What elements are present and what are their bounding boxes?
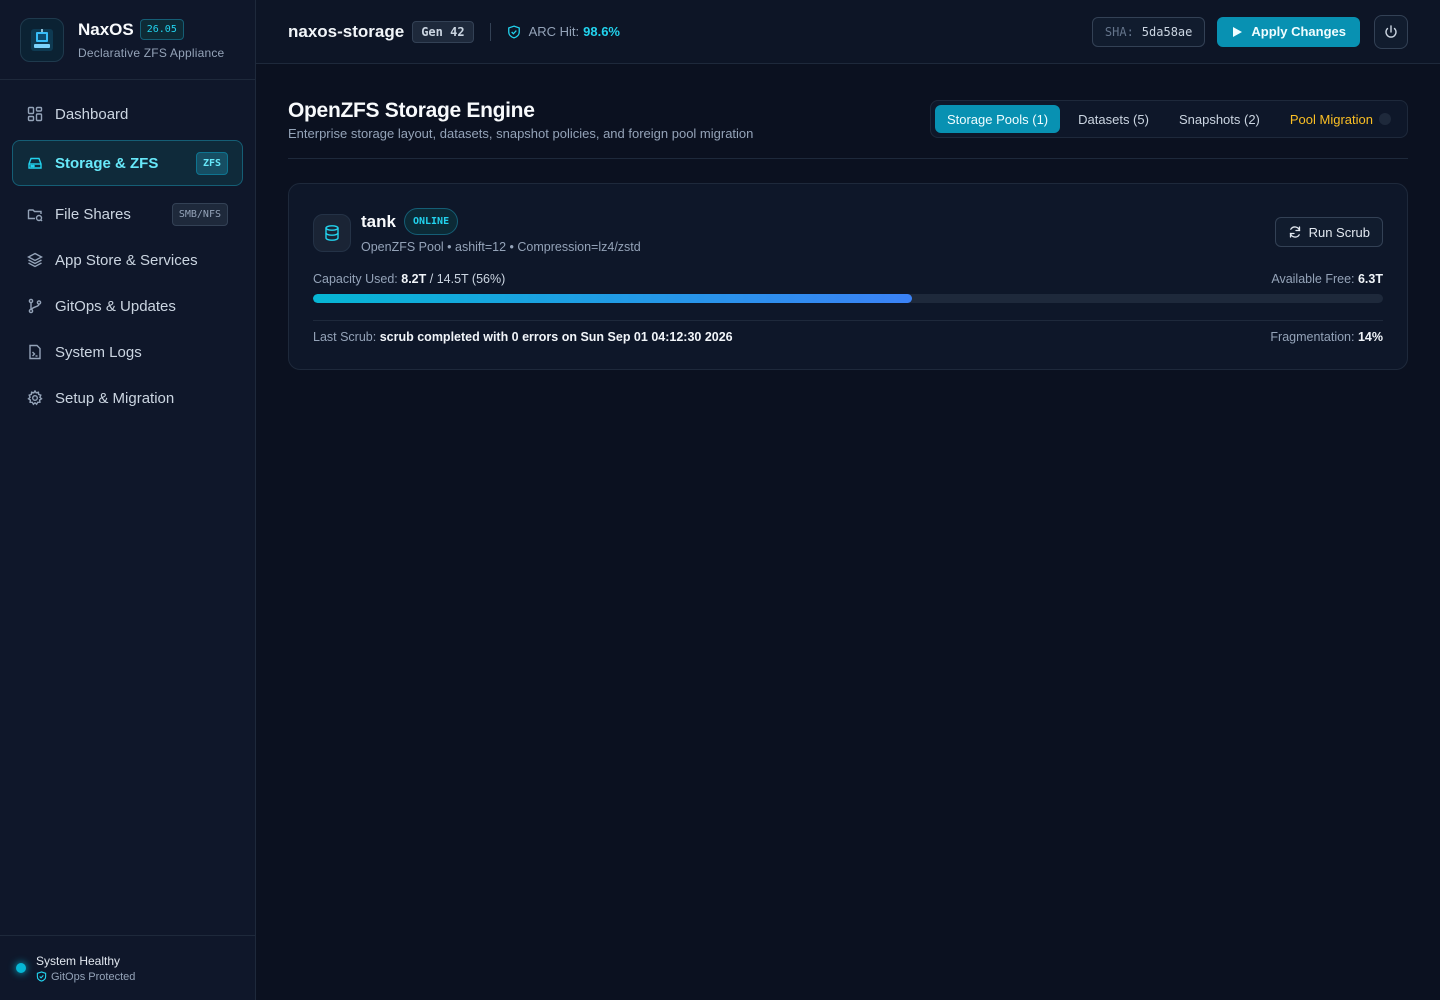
free-label: Available Free: [1271, 272, 1355, 286]
tab-label: Storage Pools (1) [946, 111, 1049, 127]
logo-icon [20, 17, 64, 62]
generation-badge: Gen 42 [412, 20, 474, 43]
layers-icon [27, 252, 43, 268]
main-content: OpenZFS Storage Engine Enterprise storag… [288, 64, 1408, 370]
sidebar-item-dashboard[interactable]: Dashboard [12, 92, 243, 136]
tab-label: Snapshots (2) [1178, 111, 1260, 127]
sidebar-item-app-store[interactable]: App Store & Services [12, 238, 243, 282]
shield-check-icon [36, 971, 47, 982]
file-terminal-icon [29, 344, 41, 360]
page-subtitle: Enterprise storage layout, datasets, sna… [288, 126, 754, 141]
brand-header: NaxOS 26.05 Declarative ZFS Appliance [0, 0, 255, 80]
sha-value: 5da58ae [1141, 24, 1193, 39]
arc-hit-indicator: ARC Hit: 98.6% [507, 24, 620, 39]
system-status-title: System Healthy [36, 953, 121, 968]
top-bar: naxos-storage Gen 42 ARC Hit: 98.6% SHA:… [256, 0, 1440, 64]
pool-card: tank ONLINE OpenZFS Pool • ashift=12 • C… [288, 183, 1408, 370]
tab-datasets[interactable]: Datasets (5) [1066, 105, 1161, 133]
sidebar-item-label: Setup & Migration [55, 389, 175, 407]
scrub-row: Last Scrub: scrub completed with 0 error… [313, 330, 1383, 344]
status-dot [1379, 113, 1391, 125]
sidebar-item-label: File Shares [55, 205, 131, 223]
sidebar-item-label: Storage & ZFS [55, 154, 159, 172]
hostname: naxos-storage [288, 21, 405, 41]
divider [489, 22, 491, 41]
capacity-row: Capacity Used: 8.2T / 14.5T (56%) Availa… [313, 272, 1383, 286]
capacity-bar [313, 294, 1383, 303]
gear-icon [27, 390, 43, 406]
fragmentation-value: 14% [1357, 330, 1383, 344]
app-name: NaxOS [78, 19, 134, 39]
grid-icon [27, 106, 43, 122]
arc-hit-label: ARC Hit: [528, 24, 580, 39]
status-badge: ONLINE [403, 208, 459, 235]
refresh-icon [1289, 226, 1300, 238]
drive-icon [28, 157, 42, 169]
folder-share-icon [27, 209, 43, 222]
tab-label: Datasets (5) [1078, 111, 1149, 127]
run-scrub-label: Run Scrub [1308, 224, 1370, 240]
arc-hit-value: 98.6% [583, 24, 620, 39]
system-status-subtitle: GitOps Protected [51, 970, 136, 983]
divider [313, 320, 1383, 321]
sidebar-item-label: App Store & Services [55, 251, 198, 269]
play-icon [1233, 26, 1243, 37]
sidebar-item-label: System Logs [55, 343, 142, 361]
capacity-label: Capacity Used: [313, 272, 398, 286]
pool-name: tank [361, 211, 396, 231]
power-icon [1385, 24, 1397, 38]
sha-label: SHA: [1104, 24, 1134, 39]
zfs-badge: ZFS [195, 151, 228, 175]
power-button[interactable] [1374, 14, 1408, 49]
sidebar-item-storage[interactable]: Storage & ZFS ZFS [12, 140, 243, 186]
tab-storage-pools[interactable]: Storage Pools (1) [934, 105, 1061, 133]
sidebar-item-label: Dashboard [55, 105, 129, 123]
sidebar-item-gitops[interactable]: GitOps & Updates [12, 284, 243, 328]
sidebar-item-file-shares[interactable]: File Shares SMB/NFS [12, 192, 243, 236]
capacity-used: 8.2T [401, 272, 427, 286]
sidebar-nav: Dashboard Storage & ZFS ZFS File Shares … [0, 80, 255, 434]
apply-changes-button[interactable]: Apply Changes [1217, 16, 1360, 47]
git-branch-icon [28, 298, 42, 314]
page-header: OpenZFS Storage Engine Enterprise storag… [288, 64, 1408, 159]
sidebar-item-logs[interactable]: System Logs [12, 330, 243, 374]
capacity-total: / 14.5T (56%) [429, 272, 506, 286]
sidebar-item-label: GitOps & Updates [55, 297, 176, 315]
pool-meta: OpenZFS Pool • ashift=12 • Compression=l… [361, 240, 641, 254]
sidebar-item-setup[interactable]: Setup & Migration [12, 376, 243, 420]
fragmentation-label: Fragmentation: [1270, 330, 1355, 344]
database-icon [313, 214, 351, 252]
app-subtitle: Declarative ZFS Appliance [78, 46, 225, 60]
smb-nfs-badge: SMB/NFS [171, 202, 228, 226]
shield-check-icon [507, 24, 520, 38]
health-indicator [16, 963, 26, 973]
system-status: System Healthy GitOps Protected [0, 935, 256, 1000]
version-badge: 26.05 [139, 19, 184, 40]
tab-pool-migration[interactable]: Pool Migration [1278, 105, 1403, 133]
free-value: 6.3T [1357, 272, 1383, 286]
run-scrub-button[interactable]: Run Scrub [1274, 217, 1383, 247]
tab-label: Pool Migration [1289, 111, 1373, 127]
apply-changes-label: Apply Changes [1251, 24, 1346, 39]
last-scrub-label: Last Scrub: [313, 330, 377, 344]
sidebar: NaxOS 26.05 Declarative ZFS Appliance Da… [0, 0, 256, 1000]
capacity-bar-fill [313, 294, 913, 303]
sha-display: SHA: 5da58ae [1091, 16, 1206, 47]
last-scrub-value: scrub completed with 0 errors on Sun Sep… [379, 330, 733, 344]
tab-bar: Storage Pools (1) Datasets (5) Snapshots… [929, 100, 1408, 138]
tab-snapshots[interactable]: Snapshots (2) [1167, 105, 1272, 133]
page-title: OpenZFS Storage Engine [288, 99, 535, 122]
